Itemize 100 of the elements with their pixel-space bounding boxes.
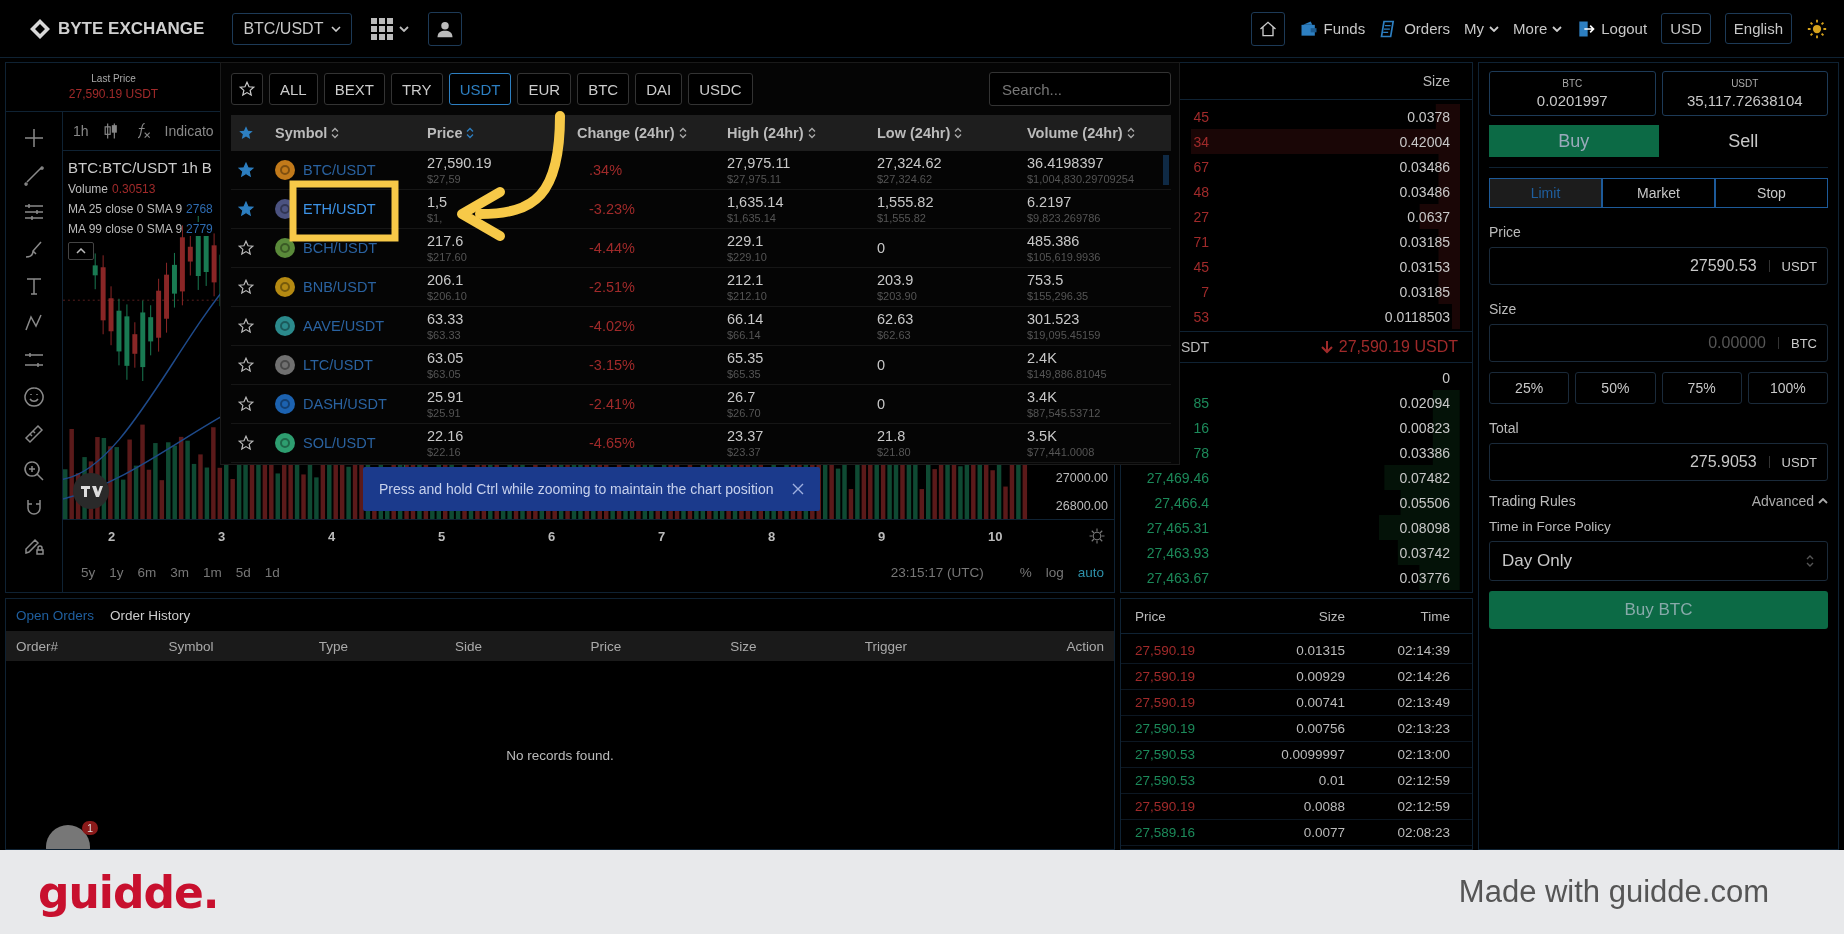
range-button[interactable]: 5y bbox=[81, 564, 96, 580]
trade-price: 27,590.19 bbox=[1135, 695, 1197, 710]
sun-icon[interactable] bbox=[1806, 17, 1828, 40]
column-header[interactable]: Price bbox=[427, 125, 475, 141]
column-header[interactable]: Volume (24hr) bbox=[1027, 125, 1135, 141]
volume-usd-cell: $1,004,830.29709254 bbox=[1027, 173, 1135, 185]
settings-icon[interactable] bbox=[1088, 527, 1106, 545]
range-button[interactable]: 5d bbox=[235, 564, 251, 580]
trade-time: 02:08:23 bbox=[1396, 825, 1450, 840]
nav-link[interactable]: Logout bbox=[1576, 18, 1648, 39]
advanced-toggle[interactable]: Advanced bbox=[1751, 493, 1828, 509]
total-field[interactable]: 275.9053 USDT bbox=[1489, 443, 1828, 481]
close-icon[interactable] bbox=[791, 483, 804, 495]
quote-currency-tab[interactable]: BEXT bbox=[323, 73, 385, 105]
search-field[interactable]: Search... bbox=[989, 72, 1171, 106]
language-button[interactable]: English bbox=[1724, 13, 1792, 44]
column-header[interactable]: Change (24hr) bbox=[577, 125, 687, 141]
market-row[interactable]: SOL/USDT 22.16 $22.16 -4.65% 23.37 $23.37 21.8 $21.80 3.5K $77,441.0008 bbox=[231, 424, 1171, 463]
favorite-star-icon[interactable] bbox=[237, 200, 255, 218]
favorite-star-icon[interactable] bbox=[237, 161, 255, 179]
drawing-tool-icon[interactable] bbox=[22, 422, 46, 446]
home-button[interactable] bbox=[1250, 11, 1285, 46]
range-button[interactable]: 6m bbox=[137, 564, 157, 580]
order-type-tab[interactable]: Stop bbox=[1715, 178, 1828, 208]
orders-tab[interactable]: Order History bbox=[110, 607, 191, 623]
mid-label: SDT bbox=[1181, 339, 1209, 355]
low-cell: 62.63 bbox=[877, 311, 914, 327]
range-button[interactable]: 1m bbox=[203, 564, 222, 580]
favorite-star-icon[interactable] bbox=[237, 239, 255, 257]
interval-selector[interactable]: 1h bbox=[73, 123, 89, 139]
change-cell-text: -4.65% bbox=[588, 435, 635, 451]
user-button[interactable] bbox=[428, 11, 463, 46]
market-row[interactable]: BCH/USDT 217.6 $217.60 -4.44% 229.1 $229.10 0 485.386 $105,619.9936 bbox=[231, 229, 1171, 268]
price-input[interactable]: 27590.53 bbox=[1500, 253, 1757, 279]
trading-rules-label: Trading Rules bbox=[1489, 493, 1576, 509]
quote-currency-tab[interactable]: USDC bbox=[688, 73, 753, 105]
favorite-star-icon[interactable] bbox=[237, 317, 255, 335]
trade-time: 02:13:00 bbox=[1396, 747, 1450, 762]
percent-button[interactable]: 100% bbox=[1747, 372, 1828, 404]
footer-logo: guidde. bbox=[38, 866, 219, 918]
price-field[interactable]: 27590.53 USDT bbox=[1489, 247, 1828, 285]
drawing-tool-icon[interactable] bbox=[22, 163, 46, 187]
scale-option[interactable]: log bbox=[1045, 564, 1064, 580]
drawing-tool-icon[interactable] bbox=[22, 385, 46, 409]
time-in-force-select[interactable]: Day Only bbox=[1489, 541, 1828, 581]
favorite-star-icon[interactable] bbox=[237, 395, 255, 413]
drawing-tool-icon[interactable] bbox=[22, 126, 46, 150]
price-cell: 85 bbox=[1193, 394, 1209, 411]
scrollbar[interactable] bbox=[1163, 155, 1169, 185]
column-header[interactable]: High (24hr) bbox=[727, 125, 816, 141]
trade-price: 27,590.19 bbox=[1135, 669, 1197, 684]
trade-price: 27,590.19 bbox=[1135, 799, 1197, 814]
favorite-star-icon[interactable] bbox=[237, 434, 255, 452]
volume-cell: 485.386 bbox=[1027, 233, 1080, 249]
volume-usd-cell: $77,441.0008 bbox=[1027, 446, 1095, 458]
market-row[interactable]: DASH/USDT 25.91 $25.91 -2.41% 26.7 $26.70 0 3.4K $87,545.53712 bbox=[231, 385, 1171, 424]
quote-currency-tab[interactable]: ALL bbox=[269, 73, 318, 105]
nav-link[interactable]: More bbox=[1513, 20, 1563, 37]
quote-currency-tab[interactable]: USDT bbox=[448, 73, 512, 105]
collapse-button[interactable] bbox=[68, 242, 94, 260]
size-field[interactable]: 0.00000 BTC bbox=[1489, 324, 1828, 362]
range-button[interactable]: 3m bbox=[170, 564, 190, 580]
favorites-filter-button[interactable] bbox=[231, 73, 263, 105]
market-row[interactable]: LTC/USDT 63.05 $63.05 -3.15% 65.35 $65.35 0 2.4K $149,886.81045 bbox=[231, 346, 1171, 385]
scale-option[interactable]: auto bbox=[1077, 564, 1104, 580]
drawing-tool-icon[interactable] bbox=[22, 459, 46, 483]
percent-button[interactable]: 25% bbox=[1489, 372, 1570, 404]
favorite-star-icon[interactable] bbox=[237, 278, 255, 296]
trade-time: 02:12:59 bbox=[1396, 773, 1450, 788]
field-label: Price bbox=[1489, 224, 1522, 240]
column-header[interactable]: Symbol bbox=[275, 125, 340, 141]
total-input[interactable]: 275.9053 bbox=[1500, 449, 1757, 475]
column-header[interactable]: Low (24hr) bbox=[877, 125, 963, 141]
nav-link[interactable]: Orders bbox=[1379, 18, 1451, 39]
quote-currency-tab[interactable]: EUR bbox=[517, 73, 572, 105]
x-axis-label: 6 bbox=[548, 529, 556, 544]
scale-option[interactable]: % bbox=[1019, 564, 1032, 580]
favorite-star-icon[interactable] bbox=[237, 356, 255, 374]
quote-currency-tab[interactable]: BTC bbox=[577, 73, 630, 105]
low-usd-cell: $1,555.82 bbox=[877, 212, 926, 224]
percent-button[interactable]: 50% bbox=[1575, 372, 1656, 404]
market-row[interactable]: ETH/USDT 1,5 $1, -3.23% 1,635.14 $1,635.14 1,555.82 $1,555.82 6.2197 $9,823.269786 bbox=[231, 190, 1171, 229]
nav-link[interactable]: Funds bbox=[1298, 18, 1366, 39]
market-row[interactable]: AAVE/USDT 63.33 $63.33 -4.02% 66.14 $66.14 62.63 $62.63 301.523 $19,095.45159 bbox=[231, 307, 1171, 346]
size-input[interactable]: 0.00000 bbox=[1500, 330, 1766, 356]
range-button[interactable]: 1y bbox=[109, 564, 124, 580]
nav-link[interactable]: My bbox=[1464, 20, 1500, 37]
range-button[interactable]: 1d bbox=[264, 564, 280, 580]
symbol-link[interactable]: ETH/USDT bbox=[303, 201, 376, 217]
price-cell: 27,466.4 bbox=[1154, 494, 1209, 511]
change-cell-text: -2.41% bbox=[588, 396, 635, 412]
quote-currency-tab[interactable]: TRY bbox=[390, 73, 443, 105]
pair-selector[interactable]: BTC/USDT bbox=[232, 12, 353, 45]
quote-currency-tab[interactable]: DAI bbox=[635, 73, 683, 105]
currency-button[interactable]: USD bbox=[1661, 13, 1711, 44]
order-type-tab[interactable]: Market bbox=[1602, 178, 1715, 208]
high-cell: 212.1 bbox=[727, 272, 764, 288]
percent-button[interactable]: 75% bbox=[1661, 372, 1742, 404]
indicators-button[interactable]: Indicato bbox=[164, 123, 214, 139]
market-row[interactable]: BNB/USDT 206.1 $206.10 -2.51% 212.1 $212.10 203.9 $203.90 753.5 $155,296.35 bbox=[231, 268, 1171, 307]
